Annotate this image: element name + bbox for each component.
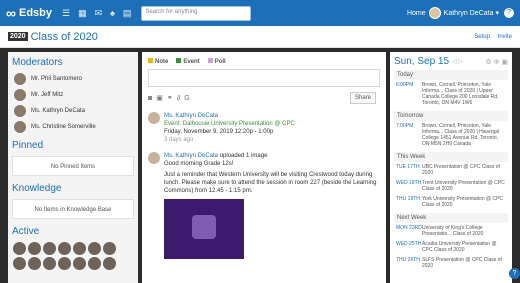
infinity-icon: ∞ xyxy=(6,5,16,21)
avatar[interactable] xyxy=(88,242,101,255)
grid-icon[interactable]: ▦ xyxy=(78,8,87,19)
feed-post: Ms. Kathryn DeCata Event: Dalhousie Univ… xyxy=(148,112,380,144)
image-icon[interactable]: ▣ xyxy=(156,94,163,102)
setup-link[interactable]: Setup xyxy=(474,34,490,40)
event-title[interactable]: Event: Dalhousie University Presentation… xyxy=(164,120,295,128)
calendar-date: Sun, Sep 15 xyxy=(394,56,450,67)
feed-panel: Note Event Poll ◙ ▣ ⚭ ∂ G Share Ms. Kath… xyxy=(142,52,386,283)
section-today: Today xyxy=(394,70,508,80)
poll-icon xyxy=(207,58,213,63)
tab-event[interactable]: Event xyxy=(176,58,200,65)
camera-icon[interactable]: ◙ xyxy=(148,95,152,102)
mail-icon[interactable]: ✉ xyxy=(95,8,103,19)
avatar[interactable] xyxy=(28,242,41,255)
google-icon[interactable]: G xyxy=(184,95,189,102)
section-tomorrow: Tomorrow xyxy=(394,111,508,121)
avatar[interactable] xyxy=(73,257,86,270)
calendar-event[interactable]: THU 19TH York University Presentation @ C… xyxy=(394,194,508,210)
calendar-panel: Sun, Sep 15 ◁ ▷ ⚙ ⊕ ▣ Today 6:00PM Brown,… xyxy=(390,52,512,283)
avatar[interactable] xyxy=(148,152,160,164)
moderator-item[interactable]: Mr. Phil Santomero xyxy=(8,71,138,87)
attach-icon[interactable]: ⚭ xyxy=(167,94,173,102)
calendar-event[interactable]: WED 18TH Trent University Presentation @ … xyxy=(394,178,508,194)
note-icon xyxy=(148,58,153,63)
avatar[interactable] xyxy=(148,112,160,124)
avatar xyxy=(14,89,26,101)
date-nav-arrows[interactable]: ◁ ▷ xyxy=(452,58,463,65)
calendar-event[interactable]: 7:00PM Brown, Cornell, Princeton, Yale In… xyxy=(394,121,508,149)
avatar[interactable] xyxy=(88,257,101,270)
active-title: Active xyxy=(12,226,40,237)
calendar-event[interactable]: 6:00PM Brown, Cornell, Princeton, Yale In… xyxy=(394,80,508,108)
tab-poll[interactable]: Poll xyxy=(207,58,226,65)
knowledge-empty: No Items in Knowledge Base xyxy=(12,199,134,219)
section-this-week: This Week xyxy=(394,152,508,162)
post-image[interactable] xyxy=(164,199,244,259)
share-button[interactable]: Share xyxy=(349,92,376,104)
avatar[interactable] xyxy=(58,257,71,270)
knowledge-title: Knowledge xyxy=(12,183,62,194)
help-fab-icon[interactable]: ? xyxy=(509,268,520,279)
left-sidebar: Moderators Mr. Phil Santomero Mr. Jeff M… xyxy=(8,52,138,283)
invite-link[interactable]: Invite xyxy=(498,34,512,40)
avatar[interactable] xyxy=(58,242,71,255)
user-avatar[interactable] xyxy=(428,7,441,19)
active-members xyxy=(8,240,138,272)
search-input[interactable]: Search for anything xyxy=(141,5,252,21)
calendar-settings-icon[interactable]: ⚙ ⊕ ▣ xyxy=(485,58,508,66)
avatar[interactable] xyxy=(103,257,116,270)
moderator-item[interactable]: Ms. Christine Somerville xyxy=(8,119,138,135)
avatar xyxy=(14,105,26,117)
avatar[interactable] xyxy=(28,257,41,270)
calendar-event[interactable]: THU 26TH SLFS Presentation @ CPC Class of… xyxy=(394,255,508,271)
post-body: Just a reminder that Western University … xyxy=(164,172,377,194)
event-date: Friday, November 9, 2019 12:20p - 1:00p xyxy=(164,129,274,135)
feed-post: Ms. Kathryn DeCata uploaded 1 image Good… xyxy=(148,152,380,195)
avatar[interactable] xyxy=(43,242,56,255)
moderator-item[interactable]: Ms. Kathryn DeCata xyxy=(8,103,138,119)
calendar-icon[interactable]: ▤ xyxy=(123,8,132,19)
moderators-title: Moderators xyxy=(12,57,63,68)
post-author[interactable]: Ms. Kathryn DeCata xyxy=(164,112,295,120)
chevron-down-icon[interactable]: ▾ xyxy=(495,9,499,17)
bell-icon[interactable]: ♠ xyxy=(110,8,115,18)
section-next-week: Next Week xyxy=(394,213,508,223)
calendar-event[interactable]: TUE 17TH UBC Presentation @ CPC Class of … xyxy=(394,162,508,178)
avatar[interactable] xyxy=(43,257,56,270)
avatar[interactable] xyxy=(13,242,26,255)
crest-icon xyxy=(192,215,216,239)
calendar-event[interactable]: WED 25TH Acadia University Presentation @… xyxy=(394,239,508,255)
home-link[interactable]: Home xyxy=(407,10,426,17)
avatar[interactable] xyxy=(103,242,116,255)
avatar xyxy=(14,73,26,85)
brand-logo[interactable]: ∞ Edsby xyxy=(6,5,52,21)
moderator-item[interactable]: Mr. Jeff Mitz xyxy=(8,87,138,103)
post-composer[interactable] xyxy=(148,69,380,87)
event-icon xyxy=(176,58,182,63)
avatar xyxy=(14,121,26,133)
user-name[interactable]: Kathryn DeCata xyxy=(444,10,494,17)
post-action: uploaded 1 image xyxy=(219,153,268,159)
avatar[interactable] xyxy=(73,242,86,255)
help-icon[interactable]: ? xyxy=(504,8,514,18)
post-greeting: Good morning Grade 12s! xyxy=(164,161,234,167)
pinned-title: Pinned xyxy=(12,140,44,151)
page-title: Class of 2020 xyxy=(30,30,98,43)
group-header: 2020 Class of 2020 Setup Invite xyxy=(0,26,520,48)
class-badge: 2020 xyxy=(8,32,28,41)
avatar[interactable] xyxy=(13,257,26,270)
post-author[interactable]: Ms. Kathryn DeCata xyxy=(164,153,218,159)
calendar-event[interactable]: MON 23RD University of King's College Pre… xyxy=(394,223,508,239)
tab-note[interactable]: Note xyxy=(148,58,168,65)
link-icon[interactable]: ∂ xyxy=(177,95,180,102)
top-nav: ∞ Edsby ☰ ▦ ✉ ♠ ▤ Search for anything Ho… xyxy=(0,0,520,26)
pinned-empty: No Pinned Items xyxy=(12,156,134,176)
menu-icon[interactable]: ☰ xyxy=(62,8,70,19)
post-age: 3 days ago xyxy=(164,137,194,143)
